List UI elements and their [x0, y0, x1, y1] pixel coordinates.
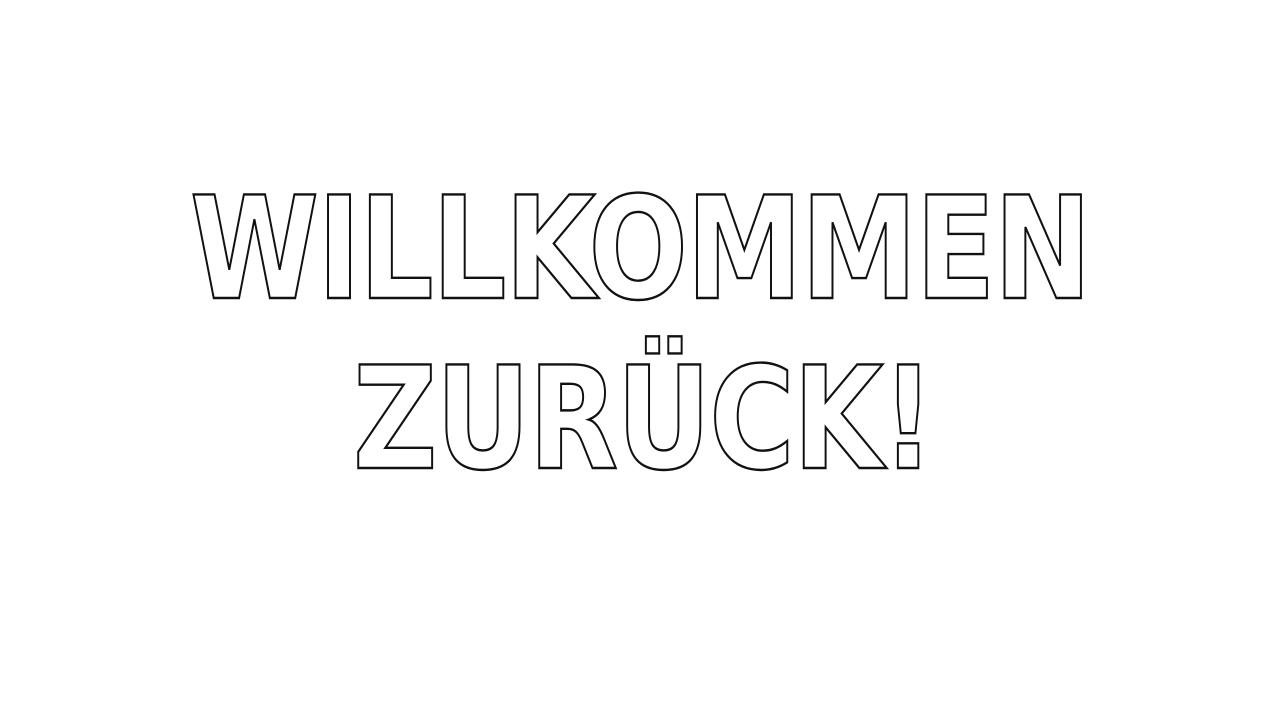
- welcome-headline: WILLKOMMEN ZURÜCK!: [189, 166, 1093, 503]
- headline-line-1: WILLKOMMEN: [190, 167, 1090, 332]
- headline-line-2: ZURÜCK!: [353, 335, 933, 502]
